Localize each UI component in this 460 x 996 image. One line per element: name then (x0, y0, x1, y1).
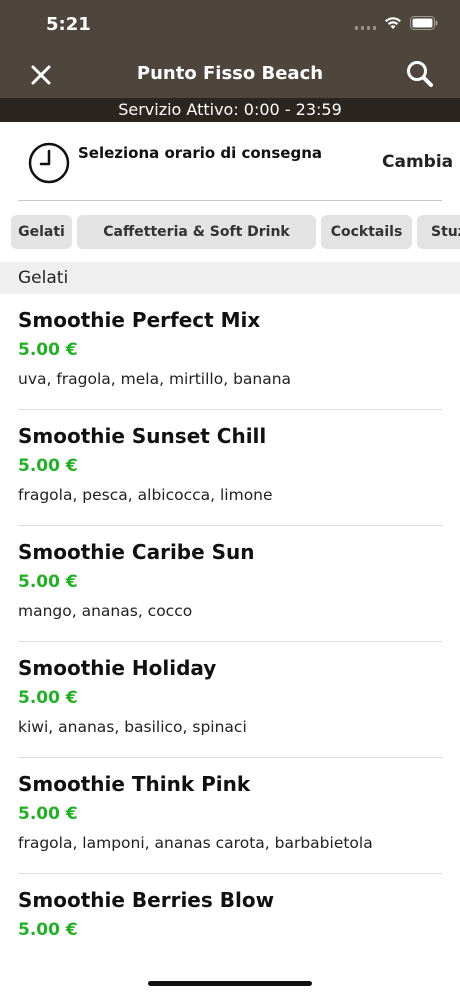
menu-item[interactable]: Smoothie Caribe Sun 5.00 € mango, ananas… (0, 526, 460, 642)
menu-item[interactable]: Smoothie Berries Blow 5.00 € (0, 874, 460, 938)
search-icon[interactable] (404, 58, 436, 90)
status-icons (355, 16, 438, 30)
page-title: Punto Fisso Beach (136, 63, 324, 84)
item-name: Smoothie Holiday (18, 656, 217, 680)
navigation-bar: Punto Fisso Beach (0, 50, 460, 98)
app-header: 5:21 Punto Fisso Beach (0, 0, 460, 98)
item-price: 5.00 € (18, 572, 78, 592)
item-price: 5.00 € (18, 920, 78, 938)
item-name: Smoothie Caribe Sun (18, 540, 255, 564)
change-delivery-time-button[interactable]: Cambia (382, 152, 453, 172)
menu-item[interactable]: Smoothie Holiday 5.00 € kiwi, ananas, ba… (0, 642, 460, 758)
item-name: Smoothie Berries Blow (18, 888, 275, 912)
item-description: fragola, lamponi, ananas carota, barbabi… (18, 834, 373, 852)
section-title: Gelati (18, 268, 69, 288)
item-description: fragola, pesca, albicocca, limone (18, 486, 273, 504)
tab-caffetteria-soft-drink[interactable]: Caffetteria & Soft Drink (77, 215, 316, 249)
menu-item-list: Smoothie Perfect Mix 5.00 € uva, fragola… (0, 294, 460, 938)
item-name: Smoothie Perfect Mix (18, 308, 261, 332)
service-hours-banner: Servizio Attivo: 0:00 - 23:59 (0, 98, 460, 122)
category-tabs: Gelati Caffetteria & Soft Drink Cocktail… (0, 215, 460, 249)
menu-item[interactable]: Smoothie Sunset Chill 5.00 € fragola, pe… (0, 410, 460, 526)
item-price: 5.00 € (18, 340, 78, 360)
tab-stuzzichini[interactable]: Stuz (417, 215, 460, 249)
home-indicator (148, 981, 312, 986)
tab-cocktails[interactable]: Cocktails (321, 215, 412, 249)
tab-gelati[interactable]: Gelati (11, 215, 72, 249)
item-description: kiwi, ananas, basilico, spinaci (18, 718, 247, 736)
wifi-icon (385, 17, 401, 29)
status-time: 5:21 (46, 14, 91, 35)
menu-item[interactable]: Smoothie Perfect Mix 5.00 € uva, fragola… (0, 294, 460, 410)
menu-item[interactable]: Smoothie Think Pink 5.00 € fragola, lamp… (0, 758, 460, 874)
item-description: uva, fragola, mela, mirtillo, banana (18, 370, 292, 388)
item-description: mango, ananas, cocco (18, 602, 193, 620)
item-price: 5.00 € (18, 688, 78, 708)
battery-icon (410, 16, 438, 30)
delivery-time-row: Seleziona orario di consegna Cambia (0, 122, 460, 202)
delivery-time-label: Seleziona orario di consegna (78, 144, 322, 162)
signal-icon (355, 16, 376, 30)
item-name: Smoothie Think Pink (18, 772, 251, 796)
section-header: Gelati (0, 262, 460, 294)
item-name: Smoothie Sunset Chill (18, 424, 267, 448)
clock-icon (28, 142, 70, 184)
divider (18, 200, 442, 201)
item-price: 5.00 € (18, 804, 78, 824)
status-bar: 5:21 (0, 0, 460, 50)
item-price: 5.00 € (18, 456, 78, 476)
